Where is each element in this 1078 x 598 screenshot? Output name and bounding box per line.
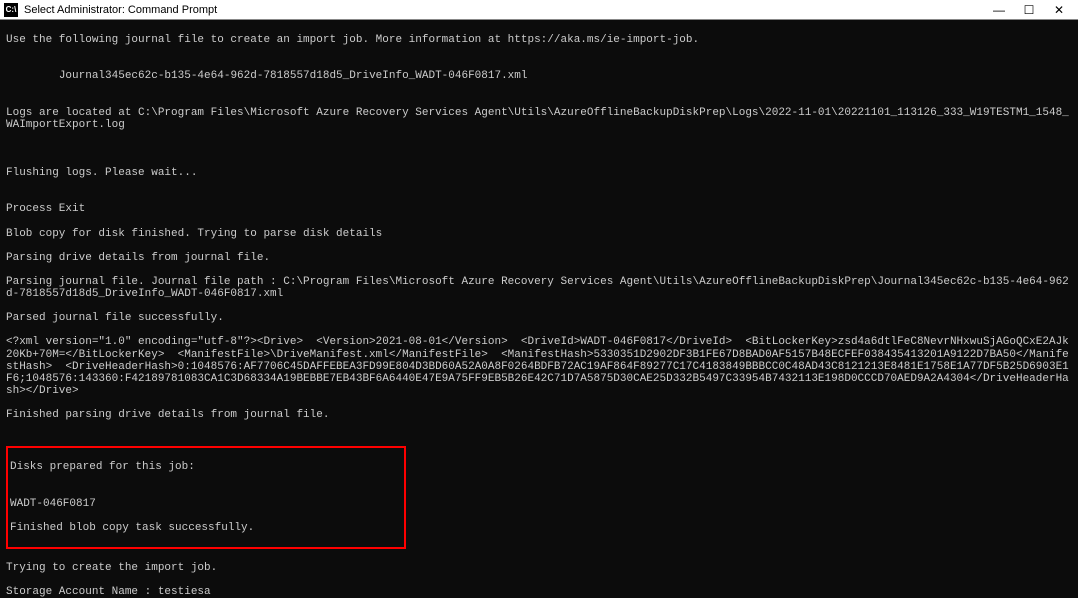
output-line: Finished parsing drive details from jour…: [6, 409, 1072, 421]
output-line: Parsed journal file successfully.: [6, 312, 1072, 324]
minimize-button[interactable]: —: [984, 1, 1014, 19]
output-line: Process Exit: [6, 203, 1072, 215]
output-line: Disks prepared for this job:: [10, 461, 402, 473]
output-line: Storage Account Name : testiesa: [6, 586, 1072, 598]
maximize-button[interactable]: ☐: [1014, 1, 1044, 19]
console-output[interactable]: Use the following journal file to create…: [0, 20, 1078, 598]
window-controls: — ☐ ✕: [984, 1, 1074, 19]
close-button[interactable]: ✕: [1044, 1, 1074, 19]
window-title: Select Administrator: Command Prompt: [24, 4, 984, 16]
output-line: Trying to create the import job.: [6, 562, 1072, 574]
output-line: Blob copy for disk finished. Trying to p…: [6, 228, 1072, 240]
highlight-disks-prepared: Disks prepared for this job: WADT-046F08…: [6, 446, 406, 549]
output-line: Parsing journal file. Journal file path …: [6, 276, 1072, 300]
cmd-icon: C:\: [4, 3, 18, 17]
output-line: Journal345ec62c-b135-4e64-962d-7818557d1…: [6, 70, 1072, 82]
output-line: Finished blob copy task successfully.: [10, 522, 402, 534]
output-line: <?xml version="1.0" encoding="utf-8"?><D…: [6, 336, 1072, 396]
output-line: WADT-046F0817: [10, 498, 402, 510]
output-line: Flushing logs. Please wait...: [6, 167, 1072, 179]
output-line: Logs are located at C:\Program Files\Mic…: [6, 107, 1072, 131]
titlebar: C:\ Select Administrator: Command Prompt…: [0, 0, 1078, 20]
output-line: Parsing drive details from journal file.: [6, 252, 1072, 264]
output-line: Use the following journal file to create…: [6, 34, 1072, 46]
